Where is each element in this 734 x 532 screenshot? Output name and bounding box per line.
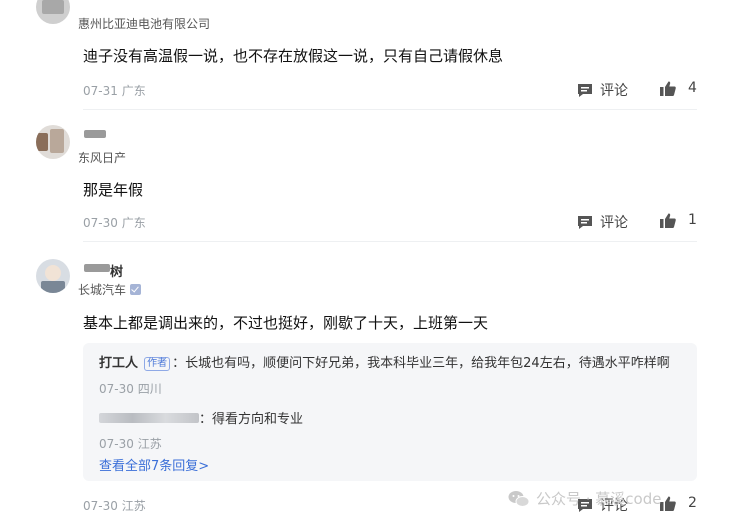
comment-text: 基本上都是调出来的，不过也挺好，刚歇了十天，上班第一天 [83,314,489,332]
like-count: 2 [688,495,697,511]
thumbs-up-icon [660,496,676,511]
divider [83,109,697,110]
user-org: 东风日产 [78,151,127,165]
thumbs-up-icon [660,213,676,228]
verified-icon [130,284,142,295]
comment-date: 07-30 [83,499,118,513]
comment-label: 评论 [600,215,628,231]
like-count: 1 [688,212,697,228]
reply-item: 打工人 作者 ：长城也有吗，顺便问下好兄弟，我本科毕业三年，给我年包24左右，待遇… [99,352,670,371]
comment-location: 广东 [121,84,146,98]
reply-date: 07-30 [99,382,134,396]
user-org: 长城汽车 [78,281,142,298]
reply-author[interactable]: 打工人 [99,356,138,371]
username[interactable]: 树 [110,261,123,280]
comment-meta: 07-30 广东 [83,214,146,231]
reply-date: 07-30 [99,437,134,451]
reply-item: ：得看方向和专业 [99,408,303,427]
reply-meta: 07-30 江苏 [99,435,162,452]
comment-text: 那是年假 [83,181,144,199]
reply-meta: 07-30 四川 [99,380,162,397]
watermark: 公众号 · 慕溪code [508,488,661,509]
reply-text: ：长城也有吗，顺便问下好兄弟，我本科毕业三年，给我年包24左右，待遇水平咋样啊 [172,356,670,371]
user-org: 惠州比亚迪电池有限公司 [78,17,211,31]
user-org-label: 长城汽车 [78,283,127,297]
comment-meta: 07-30 江苏 [83,497,146,514]
reply-location: 四川 [137,382,162,396]
comment-text: 迪子没有高温假一说，也不存在放假这一说，只有自己请假休息 [83,47,504,65]
comment-button[interactable]: 评论 [577,212,628,232]
divider [83,241,697,242]
comment-meta: 07-31 广东 [83,82,146,99]
like-button[interactable]: 4 [660,80,697,96]
comment-location: 江苏 [121,499,146,513]
comment-date: 07-31 [83,84,118,98]
reply-panel: 打工人 作者 ：长城也有吗，顺便问下好兄弟，我本科毕业三年，给我年包24左右，待遇… [83,343,697,481]
avatar[interactable] [36,125,70,159]
reply-author-masked[interactable] [99,413,199,423]
like-button[interactable]: 2 [660,495,697,511]
username-masked [84,130,106,138]
thumbs-up-icon [660,81,676,96]
username-masked [84,264,110,272]
comment-date: 07-30 [83,216,118,230]
comment-label: 评论 [600,83,628,99]
reply-location: 江苏 [137,437,162,451]
wechat-icon [508,490,530,507]
chevron-right-icon: > [198,459,210,474]
comment-icon [578,83,592,97]
view-all-replies-link[interactable]: 查看全部7条回复> [99,455,209,474]
comment-icon [578,215,592,229]
comment-location: 广东 [121,216,146,230]
like-button[interactable]: 1 [660,212,697,228]
avatar[interactable] [36,259,70,293]
avatar[interactable] [36,0,70,24]
reply-text: ：得看方向和专业 [199,412,304,427]
comment-button[interactable]: 评论 [577,80,628,100]
view-all-replies-label: 查看全部7条回复 [99,459,199,474]
like-count: 4 [688,80,697,96]
watermark-text: 公众号 · 慕溪code [536,490,662,508]
author-badge: 作者 [144,357,171,371]
